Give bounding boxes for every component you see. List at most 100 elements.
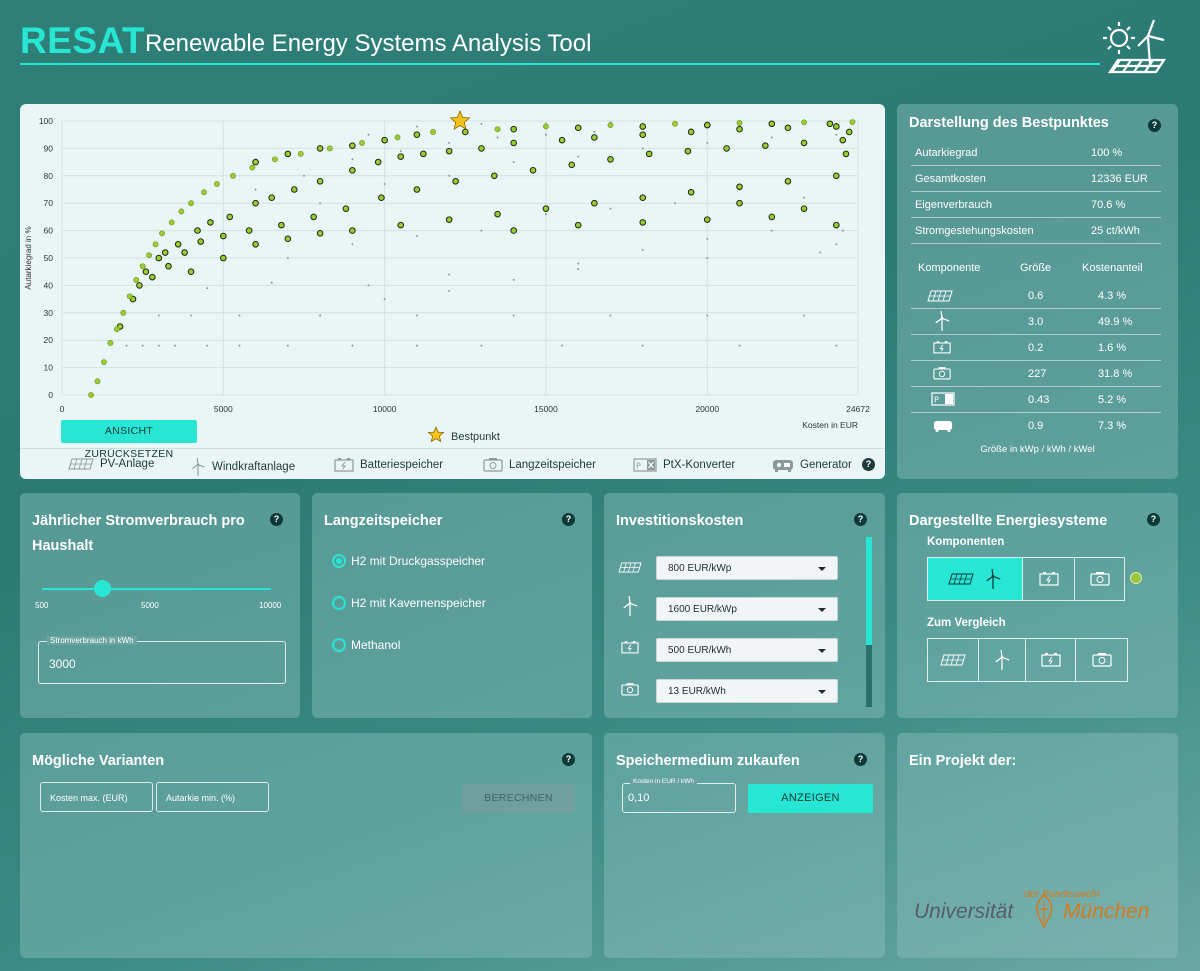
data-point-system[interactable] (149, 273, 156, 281)
data-point-other[interactable] (577, 267, 580, 270)
data-point-other[interactable] (448, 273, 451, 276)
data-point-system[interactable] (316, 230, 324, 237)
data-point-front[interactable] (146, 252, 153, 259)
data-point-front[interactable] (230, 172, 236, 179)
data-point-other[interactable] (173, 344, 176, 347)
data-point-other[interactable] (641, 147, 644, 150)
data-point-system[interactable] (684, 147, 692, 155)
data-point-system[interactable] (833, 123, 840, 130)
data-point-other[interactable] (238, 314, 241, 317)
data-point-front[interactable] (113, 326, 120, 333)
help-icon[interactable]: ? (854, 513, 867, 526)
data-point-front[interactable] (801, 119, 807, 126)
data-point-system[interactable] (220, 232, 227, 240)
data-point-other[interactable] (835, 133, 838, 136)
data-point-system[interactable] (397, 221, 405, 229)
data-point-other[interactable] (841, 229, 844, 232)
toggle-battery[interactable] (1023, 558, 1075, 600)
data-point-system[interactable] (574, 221, 582, 229)
data-point-system[interactable] (826, 120, 834, 128)
data-point-other[interactable] (415, 125, 418, 128)
data-point-other[interactable] (351, 158, 354, 161)
data-point-system[interactable] (252, 199, 259, 207)
data-point-system[interactable] (374, 158, 382, 166)
data-point-other[interactable] (738, 344, 741, 347)
data-point-other[interactable] (512, 161, 515, 164)
help-icon[interactable]: ? (562, 513, 575, 526)
data-point-system[interactable] (833, 221, 840, 229)
data-point-front[interactable] (188, 200, 194, 207)
legend-wind[interactable]: Windkraftanlage (190, 458, 295, 476)
data-point-other[interactable] (448, 174, 451, 177)
data-point-other[interactable] (609, 314, 612, 317)
data-point-other[interactable] (609, 207, 612, 210)
data-point-system[interactable] (349, 167, 356, 174)
data-point-other[interactable] (480, 229, 483, 232)
data-point-system[interactable] (420, 150, 427, 158)
data-point-system[interactable] (703, 121, 711, 129)
data-point-system[interactable] (220, 254, 227, 262)
data-point-other[interactable] (206, 344, 209, 347)
data-point-system[interactable] (591, 199, 598, 207)
data-point-system[interactable] (800, 139, 808, 147)
data-point-system[interactable] (413, 131, 421, 139)
data-point-other[interactable] (706, 314, 709, 317)
data-point-system[interactable] (768, 120, 776, 128)
data-point-system[interactable] (445, 216, 453, 223)
data-point-other[interactable] (415, 235, 418, 238)
data-point-system[interactable] (284, 235, 292, 243)
data-point-other[interactable] (544, 213, 547, 216)
data-point-system[interactable] (452, 177, 459, 185)
data-point-system[interactable] (736, 183, 743, 191)
data-point-other[interactable] (367, 284, 370, 287)
legend-ptx[interactable]: PtX-Konverter (633, 458, 735, 472)
data-point-system[interactable] (839, 136, 847, 144)
data-point-system[interactable] (639, 131, 647, 139)
data-point-system[interactable] (784, 124, 792, 132)
calculate-button[interactable]: BERECHNEN (462, 784, 575, 813)
data-point-other[interactable] (803, 196, 806, 199)
data-point-system[interactable] (155, 254, 163, 262)
help-icon[interactable]: ? (270, 513, 283, 526)
data-point-front[interactable] (736, 120, 743, 126)
data-point-front[interactable] (201, 189, 207, 196)
data-point-front[interactable] (607, 122, 614, 129)
radio-label[interactable]: Methanol (351, 638, 400, 652)
data-point-other[interactable] (835, 243, 838, 246)
data-point-system[interactable] (174, 241, 182, 248)
data-point-system[interactable] (268, 194, 276, 202)
help-icon[interactable]: ? (1147, 513, 1160, 526)
data-point-system[interactable] (510, 227, 517, 234)
data-point-system[interactable] (194, 227, 201, 234)
data-point-system[interactable] (687, 128, 695, 136)
data-point-front[interactable] (849, 119, 856, 125)
radio-methanol[interactable] (332, 638, 346, 652)
data-point-front[interactable] (672, 120, 678, 127)
data-point-system[interactable] (842, 150, 850, 158)
data-point-system[interactable] (703, 216, 711, 223)
storage-cost-input[interactable]: Kosten in EUR / kWh 0,10 (622, 778, 736, 813)
data-point-other[interactable] (480, 344, 483, 347)
data-point-other[interactable] (448, 141, 451, 144)
data-point-front[interactable] (133, 277, 140, 283)
pv-cost-select[interactable]: 800 EUR/kWp (656, 556, 838, 580)
battery-cost-select[interactable]: 500 EUR/kWh (656, 638, 838, 662)
data-point-other[interactable] (206, 287, 209, 290)
data-point-system[interactable] (197, 238, 205, 245)
data-point-other[interactable] (157, 344, 160, 347)
data-point-other[interactable] (238, 344, 241, 347)
data-point-system[interactable] (687, 188, 695, 196)
data-point-other[interactable] (835, 344, 838, 347)
data-point-other[interactable] (577, 262, 580, 265)
data-point-system[interactable] (591, 134, 598, 141)
data-point-system[interactable] (461, 128, 469, 136)
data-point-other[interactable] (593, 130, 596, 133)
data-point-other[interactable] (706, 237, 709, 240)
data-point-other[interactable] (803, 314, 806, 317)
data-point-front[interactable] (430, 129, 436, 135)
data-point-front[interactable] (213, 181, 220, 187)
data-point-front[interactable] (359, 140, 365, 146)
data-point-system[interactable] (529, 167, 537, 174)
data-point-system[interactable] (397, 153, 405, 160)
data-point-system[interactable] (845, 128, 853, 136)
